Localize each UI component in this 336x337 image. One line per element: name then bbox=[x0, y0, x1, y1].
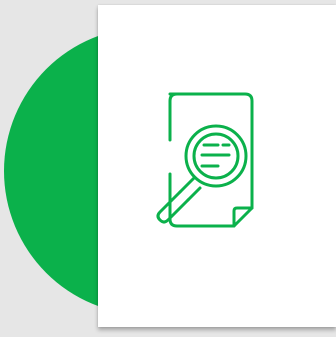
document-search-icon bbox=[134, 84, 284, 244]
feature-tile bbox=[0, 0, 336, 337]
